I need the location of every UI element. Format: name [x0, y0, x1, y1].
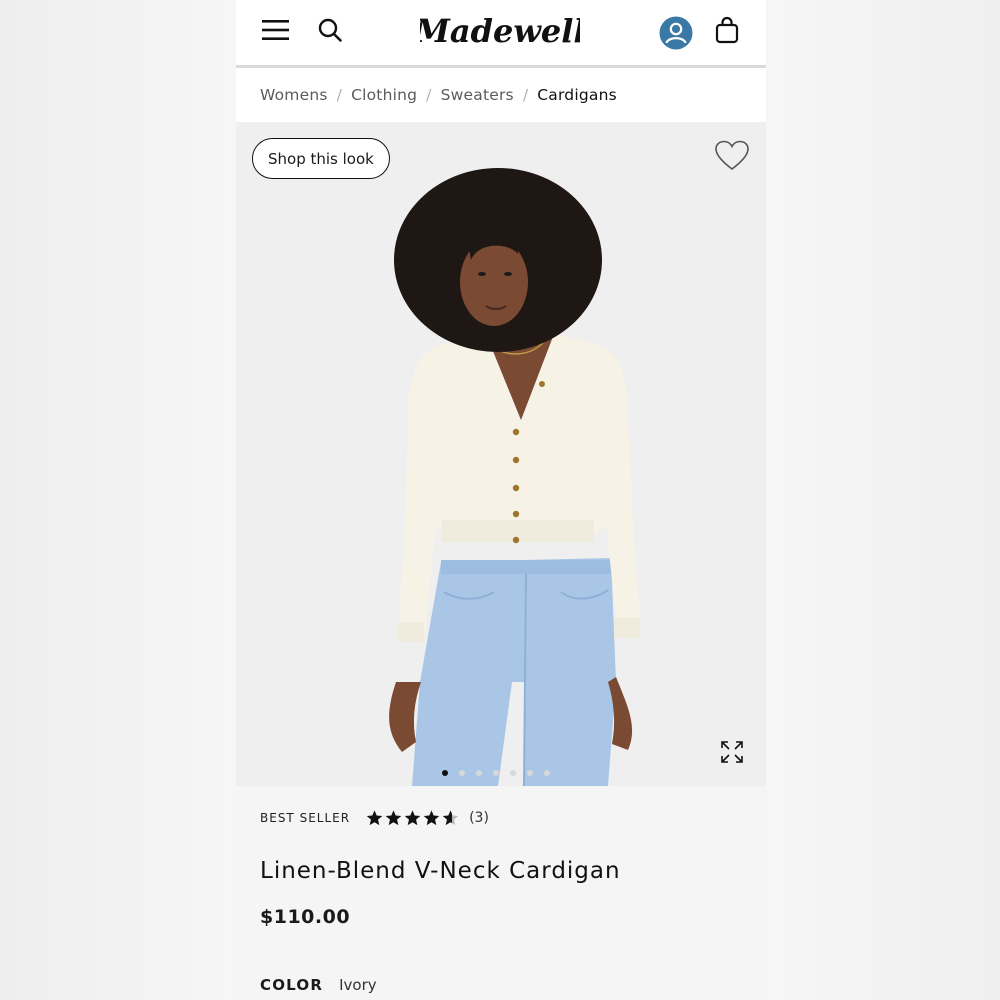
breadcrumb-womens[interactable]: Womens: [260, 86, 328, 104]
shopping-bag-icon[interactable]: [714, 14, 740, 46]
gallery-dot[interactable]: [476, 770, 482, 776]
star-rating[interactable]: [366, 810, 459, 826]
color-selector: COLOR Ivory: [260, 976, 377, 994]
gallery-dot[interactable]: [459, 770, 465, 776]
brand-logo[interactable]: Madewell: [420, 8, 580, 56]
gallery-dot[interactable]: [493, 770, 499, 776]
star-icon: [404, 810, 421, 826]
breadcrumb-sweaters[interactable]: Sweaters: [441, 86, 514, 104]
shop-this-look-button[interactable]: Shop this look: [252, 138, 390, 179]
best-seller-badge: BEST SELLER: [260, 811, 351, 825]
gallery-dot[interactable]: [544, 770, 550, 776]
breadcrumb-separator: /: [336, 86, 343, 104]
review-count[interactable]: (3): [469, 810, 489, 826]
gallery-dot[interactable]: [510, 770, 516, 776]
gallery-pagination: [442, 770, 550, 776]
product-price: $110.00: [260, 906, 351, 928]
breadcrumb-separator: /: [522, 86, 529, 104]
heart-icon[interactable]: [714, 139, 750, 173]
rating-row: BEST SELLER (3): [260, 810, 489, 826]
star-half-icon: [442, 810, 459, 826]
hamburger-menu-icon[interactable]: [260, 14, 292, 46]
star-icon: [423, 810, 440, 826]
gallery-dot[interactable]: [527, 770, 533, 776]
product-title: Linen-Blend V-Neck Cardigan: [260, 858, 621, 884]
product-photo: [389, 168, 641, 786]
expand-icon[interactable]: [718, 738, 746, 766]
product-info: BEST SELLER (3) Linen-Blend V-Neck Cardi…: [236, 786, 766, 1000]
star-icon: [366, 810, 383, 826]
search-icon[interactable]: [316, 14, 344, 46]
color-value: Ivory: [339, 976, 377, 994]
gallery-dot[interactable]: [442, 770, 448, 776]
color-label: COLOR: [260, 976, 324, 994]
brand-logo-text: Madewell: [420, 12, 580, 50]
breadcrumb-clothing[interactable]: Clothing: [351, 86, 417, 104]
background-right: [766, 0, 1000, 1000]
account-icon[interactable]: [658, 15, 694, 51]
site-header: Madewell: [236, 0, 766, 68]
star-icon: [385, 810, 402, 826]
background-left: [0, 0, 236, 1000]
product-page: Madewell Womens / Clothing / Sweaters / …: [236, 0, 766, 1000]
breadcrumb-separator: /: [426, 86, 432, 104]
product-image-gallery[interactable]: Shop this look: [236, 122, 766, 786]
breadcrumb-cardigans: Cardigans: [537, 86, 617, 104]
breadcrumb: Womens / Clothing / Sweaters / Cardigans: [260, 84, 617, 106]
